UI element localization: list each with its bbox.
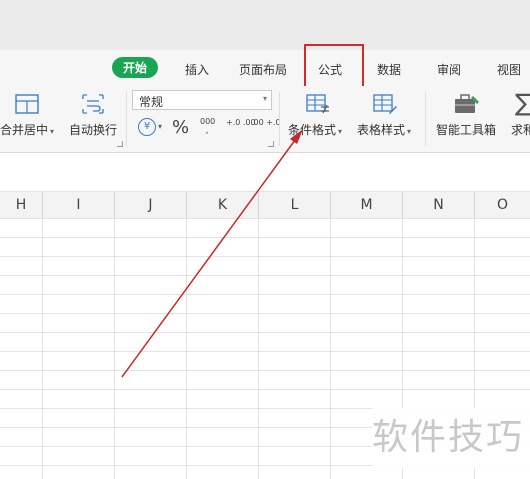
watermark-text: 软件技巧	[372, 408, 530, 468]
